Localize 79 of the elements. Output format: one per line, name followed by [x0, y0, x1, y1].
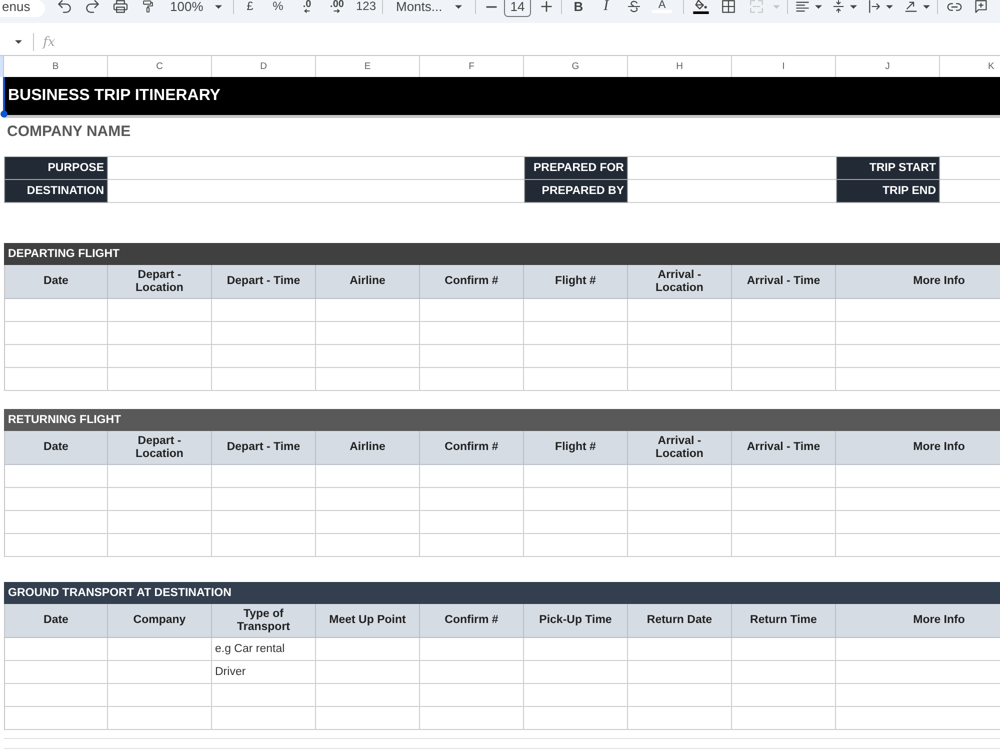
section-title: RETURNING FLIGHT [8, 414, 122, 426]
link-icon[interactable] [946, 2, 962, 10]
left-arrow-icon [303, 9, 311, 13]
zoom-select[interactable]: 100% [162, 0, 228, 13]
column-heading: Confirm # [420, 431, 524, 465]
section-title: GROUND TRANSPORT AT DESTINATION [8, 587, 232, 599]
text-color-button[interactable]: A [652, 0, 672, 13]
text-rotation-icon[interactable] [904, 1, 916, 12]
field-label: PREPARED BY [524, 180, 628, 203]
column-heading: Arrival - Location [628, 265, 732, 299]
section-title: DEPARTING FLIGHT [8, 248, 120, 260]
column-heading: Date [4, 265, 108, 299]
caret-icon [455, 4, 462, 8]
caret-icon [215, 4, 222, 8]
caret-icon[interactable] [922, 4, 930, 8]
column-heading: Type of Transport [212, 604, 316, 638]
number-format-button[interactable]: 123 [356, 0, 376, 13]
field-label: TRIP END [836, 180, 940, 203]
increase-decimals-button[interactable]: .00 [330, 0, 344, 13]
function-label: fx [43, 34, 56, 50]
caret-icon[interactable] [886, 4, 893, 8]
text-wrap-icon[interactable] [869, 0, 880, 13]
column-heading: More Info [836, 265, 1000, 299]
currency-button[interactable]: £ [246, 0, 254, 13]
table-cell: e.g Car rental [212, 638, 316, 661]
menus-button[interactable]: enus [0, 0, 45, 17]
column-heading: More Info [836, 431, 1000, 465]
column-heading: Depart - Location [108, 265, 212, 299]
decrease-decimals-button[interactable]: .0 [302, 0, 312, 13]
company-name: COMPANY NAME [7, 123, 131, 140]
column-heading: Arrival - Time [732, 431, 836, 465]
column-header[interactable]: K [940, 56, 1000, 77]
align-left-icon[interactable] [796, 1, 809, 12]
right-arrow-icon [333, 9, 341, 13]
paint-roller-icon[interactable] [143, 0, 153, 13]
column-heading: Airline [316, 431, 420, 465]
field-label: TRIP START [836, 157, 940, 180]
strikethrough-icon[interactable] [628, 0, 640, 13]
column-heading: Return Time [732, 604, 836, 638]
column-heading: Confirm # [420, 604, 524, 638]
plus-icon[interactable] [540, 1, 552, 12]
field-label: DESTINATION [4, 180, 108, 203]
column-heading: Pick-Up Time [524, 604, 628, 638]
undo-icon[interactable] [58, 0, 70, 13]
column-heading: Date [4, 604, 108, 638]
add-comment-icon[interactable] [975, 0, 987, 13]
bold-button[interactable]: B [574, 0, 584, 13]
minus-icon[interactable] [486, 6, 496, 8]
column-heading: Flight # [524, 265, 628, 299]
sheet-title: BUSINESS TRIP ITINERARY [8, 87, 220, 105]
table-cell: Driver [212, 661, 316, 684]
field-label: PREPARED FOR [524, 157, 628, 180]
font-size-field[interactable]: 14 [504, 0, 531, 17]
column-heading: Flight # [524, 431, 628, 465]
caret-icon[interactable] [15, 40, 22, 44]
column-heading: Depart - Time [212, 265, 316, 299]
font-select[interactable]: Monts... [386, 0, 470, 13]
vertical-align-icon[interactable] [833, 0, 844, 13]
column-heading: More Info [836, 604, 1000, 638]
caret-icon[interactable] [850, 4, 857, 8]
fill-color-icon[interactable] [690, 0, 710, 14]
percent-button[interactable]: % [272, 0, 284, 13]
caret-icon[interactable] [815, 4, 822, 8]
column-heading: Return Date [628, 604, 732, 638]
column-heading: Depart - Location [108, 431, 212, 465]
column-heading: Meet Up Point [316, 604, 420, 638]
italic-button[interactable]: I [604, 0, 608, 13]
column-heading: Arrival - Time [732, 265, 836, 299]
borders-icon[interactable] [722, 0, 734, 13]
column-heading: Arrival - Location [628, 431, 732, 465]
column-heading: Date [4, 431, 108, 465]
column-heading: Confirm # [420, 265, 524, 299]
column-heading: Airline [316, 265, 420, 299]
column-heading: Company [108, 604, 212, 638]
field-label: PURPOSE [4, 157, 108, 180]
selection-handle[interactable] [0, 77, 8, 118]
print-icon[interactable] [112, 0, 128, 13]
redo-icon[interactable] [86, 0, 98, 13]
column-heading: Depart - Time [212, 431, 316, 465]
